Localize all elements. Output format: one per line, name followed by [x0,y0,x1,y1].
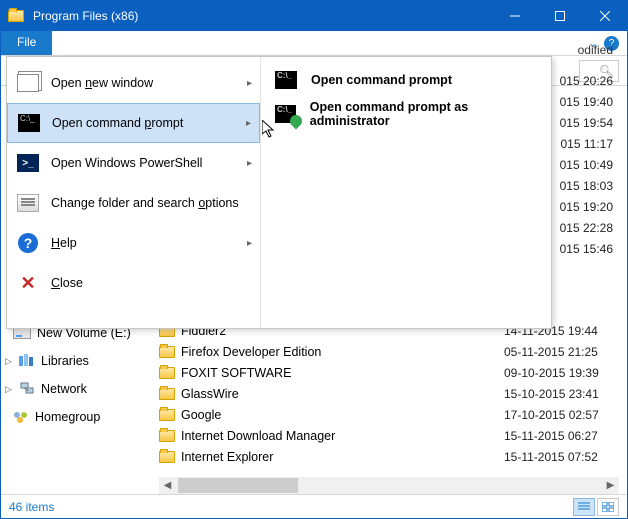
list-item[interactable]: Firefox Developer Edition05-11-2015 21:2… [159,341,619,362]
powershell-icon: >_ [17,154,39,172]
list-item[interactable]: Internet Download Manager15-11-2015 06:2… [159,425,619,446]
file-list: Fiddler214-11-2015 19:44 Firefox Develop… [159,320,619,476]
submenu-open-cmd-admin[interactable]: C:\_ Open command prompt as administrato… [261,97,551,131]
menu-label: Open new window [51,76,153,90]
column-header-date[interactable]: odified [578,43,613,57]
scroll-thumb[interactable] [178,478,298,493]
folder-icon [1,10,31,22]
menu-label: Change folder and search options [51,196,239,210]
submenu-open-cmd[interactable]: C:\_ Open command prompt [261,63,551,97]
folder-icon [159,388,175,400]
folder-icon [159,367,175,379]
chevron-right-icon: ▸ [247,158,252,169]
submenu-label: Open command prompt as administrator [310,100,537,128]
window-title: Program Files (x86) [31,9,492,23]
chevron-right-icon: ▷ [5,356,13,367]
cmd-icon: C:\_ [275,71,297,89]
submenu-label: Open command prompt [311,73,452,87]
menu-label: Help [51,236,77,250]
list-item[interactable]: Internet Explorer15-11-2015 07:52 [159,446,619,467]
menu-open-powershell[interactable]: >_ Open Windows PowerShell ▸ [7,143,260,183]
list-item[interactable]: GlassWire15-10-2015 23:41 [159,383,619,404]
menu-close[interactable]: ✕ Close Close [7,263,260,303]
ribbon: File ⌄ ? [1,31,627,56]
close-icon: ✕ [20,273,35,294]
menu-open-new-window[interactable]: Open new window Open new window ▸ [7,63,260,103]
horizontal-scrollbar[interactable]: ◀ ▶ [159,477,619,494]
menu-label: Open Windows PowerShell [51,156,202,170]
scroll-right-icon[interactable]: ▶ [602,480,619,491]
file-menu-primary: Open new window Open new window ▸ C:\_ O… [7,57,261,328]
title-bar: Program Files (x86) [1,1,627,31]
cmd-admin-icon: C:\_ [275,105,296,123]
menu-label: Open command prompt [52,116,183,130]
nav-homegroup[interactable]: Homegroup [13,406,151,428]
item-count: 46 items [9,500,54,514]
chevron-right-icon: ▷ [5,384,13,395]
list-item[interactable]: Google17-10-2015 02:57 [159,404,619,425]
menu-change-options[interactable]: Change folder and search options Change … [7,183,260,223]
status-bar: 46 items [1,494,627,518]
close-button[interactable] [582,1,627,31]
menu-help[interactable]: ? Help Help ▸ [7,223,260,263]
details-view-button[interactable] [573,498,595,516]
nav-network[interactable]: ▷ Network [5,378,151,400]
maximize-button[interactable] [537,1,582,31]
menu-label: Close [51,276,83,290]
new-window-icon [17,74,39,92]
homegroup-icon [13,410,29,424]
folder-icon [159,451,175,463]
libraries-icon [19,353,35,370]
chevron-right-icon: ▸ [247,78,252,89]
file-menu: Open new window Open new window ▸ C:\_ O… [6,56,552,329]
thumbnails-view-button[interactable] [597,498,619,516]
chevron-right-icon: ▸ [247,238,252,249]
file-tab[interactable]: File [1,31,52,55]
minimize-button[interactable] [492,1,537,31]
help-icon: ? [18,233,38,253]
scroll-left-icon[interactable]: ◀ [159,480,176,491]
nav-libraries[interactable]: ▷ Libraries [5,350,151,372]
chevron-right-icon: ▸ [246,118,251,129]
folder-icon [159,409,175,421]
menu-open-command-prompt[interactable]: C:\_ Open command prompt Open command pr… [7,103,260,143]
file-menu-submenu: C:\_ Open command prompt C:\_ Open comma… [261,57,551,328]
list-item[interactable]: FOXIT SOFTWARE09-10-2015 19:39 [159,362,619,383]
network-icon [19,382,35,396]
folder-icon [159,346,175,358]
options-icon [17,194,39,212]
cmd-icon: C:\_ [18,114,40,132]
folder-icon [159,430,175,442]
